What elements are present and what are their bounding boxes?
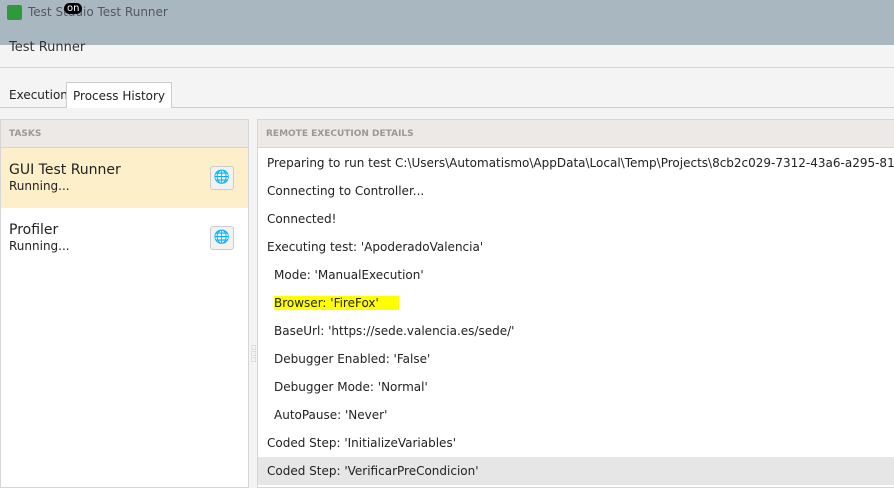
log-line[interactable]: Preparing to run test C:\Users\Automatis… <box>258 149 894 177</box>
task-name: Profiler <box>9 222 59 238</box>
divider <box>0 67 894 68</box>
task-item[interactable]: GUI Test Runner Running... 🌐 <box>1 148 248 208</box>
log-line[interactable]: BaseUrl: 'https://sede.valencia.es/sede/… <box>258 317 894 345</box>
globe-document-icon[interactable]: 🌐 <box>210 166 234 190</box>
log-line[interactable]: Executing test: 'ApoderadoValencia' <box>258 233 894 261</box>
log-line[interactable]: Mode: 'ManualExecution' <box>258 261 894 289</box>
log-line[interactable]: Coded Step: 'VerificarPreCondicion' <box>258 457 894 485</box>
task-item[interactable]: Profiler Running... 🌐 <box>1 208 248 268</box>
tab-bar: Execution Process History <box>0 82 894 108</box>
log-line[interactable]: Coded Step: 'InitializeVariables' <box>258 429 894 457</box>
highlighted-text: Browser: 'FireFox' <box>274 296 399 310</box>
app-logo-icon <box>7 5 22 20</box>
log-line[interactable]: Connected! <box>258 205 894 233</box>
log-line[interactable]: Browser: 'FireFox' <box>258 289 894 317</box>
tasks-panel: TASKS GUI Test Runner Running... 🌐 Profi… <box>0 119 249 488</box>
log-line[interactable]: AutoPause: 'Never' <box>258 401 894 429</box>
task-status: Running... <box>9 179 70 193</box>
log-line[interactable]: Connecting to Controller... <box>258 177 894 205</box>
log-line[interactable]: Debugger Enabled: 'False' <box>258 345 894 373</box>
tasks-header: TASKS <box>1 120 248 148</box>
details-panel: REMOTE EXECUTION DETAILS Preparing to ru… <box>257 119 894 488</box>
app-title: Test Runner <box>9 40 86 55</box>
details-header: REMOTE EXECUTION DETAILS <box>258 120 894 148</box>
splitter-handle[interactable]: □ □ □ <box>251 345 257 363</box>
overlay-badge: on <box>64 3 83 14</box>
window-titlebar: Test Studio Test Runner on <box>0 0 894 45</box>
tab-process-history[interactable]: Process History <box>66 82 173 108</box>
window-title: Test Studio Test Runner <box>28 5 168 19</box>
globe-document-icon[interactable]: 🌐 <box>210 226 234 250</box>
task-status: Running... <box>9 239 70 253</box>
tab-execution[interactable]: Execution <box>3 82 74 108</box>
log-line[interactable]: Debugger Mode: 'Normal' <box>258 373 894 401</box>
task-name: GUI Test Runner <box>9 162 121 178</box>
